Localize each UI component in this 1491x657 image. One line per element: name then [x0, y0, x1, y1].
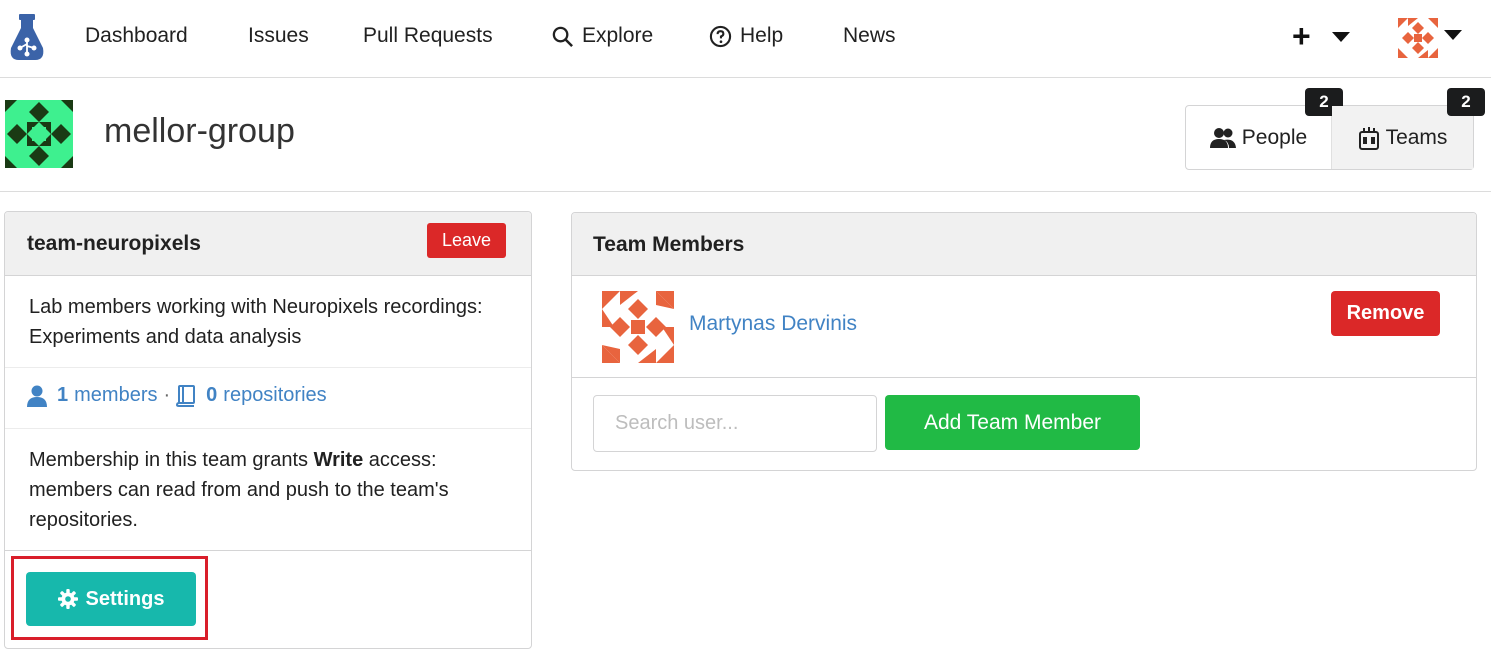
teams-icon — [1358, 126, 1379, 150]
team-members-card: Team Members Martynas Dervinis Remove Ad… — [571, 212, 1477, 471]
search-icon — [552, 26, 573, 47]
members-count: 1 — [57, 384, 69, 406]
access-description: Membership in this team grants Write acc… — [29, 445, 519, 535]
team-members-header: Team Members — [572, 213, 1476, 276]
tab-teams[interactable]: Teams 2 — [1332, 88, 1485, 169]
avatar[interactable] — [1398, 18, 1438, 58]
repos-label: repositories — [223, 384, 327, 406]
org-name: mellor-group — [104, 112, 295, 150]
avatar-caret-down-icon[interactable] — [1444, 30, 1462, 40]
nav-news[interactable]: News — [843, 24, 896, 48]
settings-highlight-box — [11, 556, 208, 640]
nav-dashboard[interactable]: Dashboard — [85, 24, 188, 48]
tab-teams-label: Teams — [1385, 125, 1448, 149]
caret-down-icon[interactable] — [1332, 32, 1350, 42]
team-name: team-neuropixels — [27, 232, 201, 255]
team-members-title: Team Members — [593, 233, 745, 256]
list-item: Martynas Dervinis Remove — [572, 276, 1476, 378]
org-header: mellor-group People 2 Teams 2 — [0, 78, 1491, 192]
teams-count-badge: 2 — [1447, 88, 1485, 116]
nav-help-label: Help — [740, 24, 784, 47]
gitea-logo-icon[interactable] — [9, 14, 45, 60]
repos-count: 0 — [206, 384, 218, 406]
top-navbar: Dashboard Issues Pull Requests Explore H… — [0, 0, 1491, 78]
nav-help[interactable]: Help — [709, 24, 783, 48]
stats-separator: · — [163, 384, 171, 406]
repositories-link[interactable]: 0 repositories — [206, 384, 327, 407]
team-stats: 1 members · 0 repositories — [27, 384, 327, 407]
plus-icon[interactable]: + — [1292, 18, 1311, 54]
nav-pull-requests[interactable]: Pull Requests — [363, 24, 493, 48]
remove-member-button[interactable]: Remove — [1331, 291, 1440, 336]
members-label: members — [74, 384, 158, 406]
team-card-header: team-neuropixels Leave — [5, 212, 531, 276]
nav-issues-label: Issues — [248, 24, 309, 47]
avatar[interactable] — [602, 291, 674, 363]
people-icon — [1209, 127, 1236, 148]
search-user-input[interactable] — [593, 395, 877, 452]
leave-button[interactable]: Leave — [427, 223, 506, 258]
nav-dashboard-label: Dashboard — [85, 24, 188, 47]
member-name-link[interactable]: Martynas Dervinis — [689, 312, 857, 336]
org-tabs: People 2 Teams 2 — [1185, 88, 1485, 170]
members-link[interactable]: 1 members — [57, 384, 157, 407]
nav-pull-requests-label: Pull Requests — [363, 24, 493, 47]
grant-access-level: Write — [313, 449, 364, 471]
nav-news-label: News — [843, 24, 896, 47]
user-icon — [27, 385, 47, 407]
nav-explore[interactable]: Explore — [551, 24, 653, 48]
team-description: Lab members working with Neuropixels rec… — [29, 296, 483, 348]
tab-people-label: People — [1241, 125, 1308, 149]
book-icon — [176, 384, 196, 407]
add-team-member-button[interactable]: Add Team Member — [885, 395, 1140, 450]
help-circle-icon — [709, 25, 732, 47]
divider — [5, 367, 531, 368]
divider — [5, 428, 531, 429]
grant-prefix: Membership in this team grants — [29, 449, 314, 471]
nav-explore-label: Explore — [582, 24, 654, 47]
org-avatar — [5, 100, 73, 168]
nav-issues[interactable]: Issues — [248, 24, 309, 48]
tab-people[interactable]: People 2 — [1186, 88, 1343, 169]
